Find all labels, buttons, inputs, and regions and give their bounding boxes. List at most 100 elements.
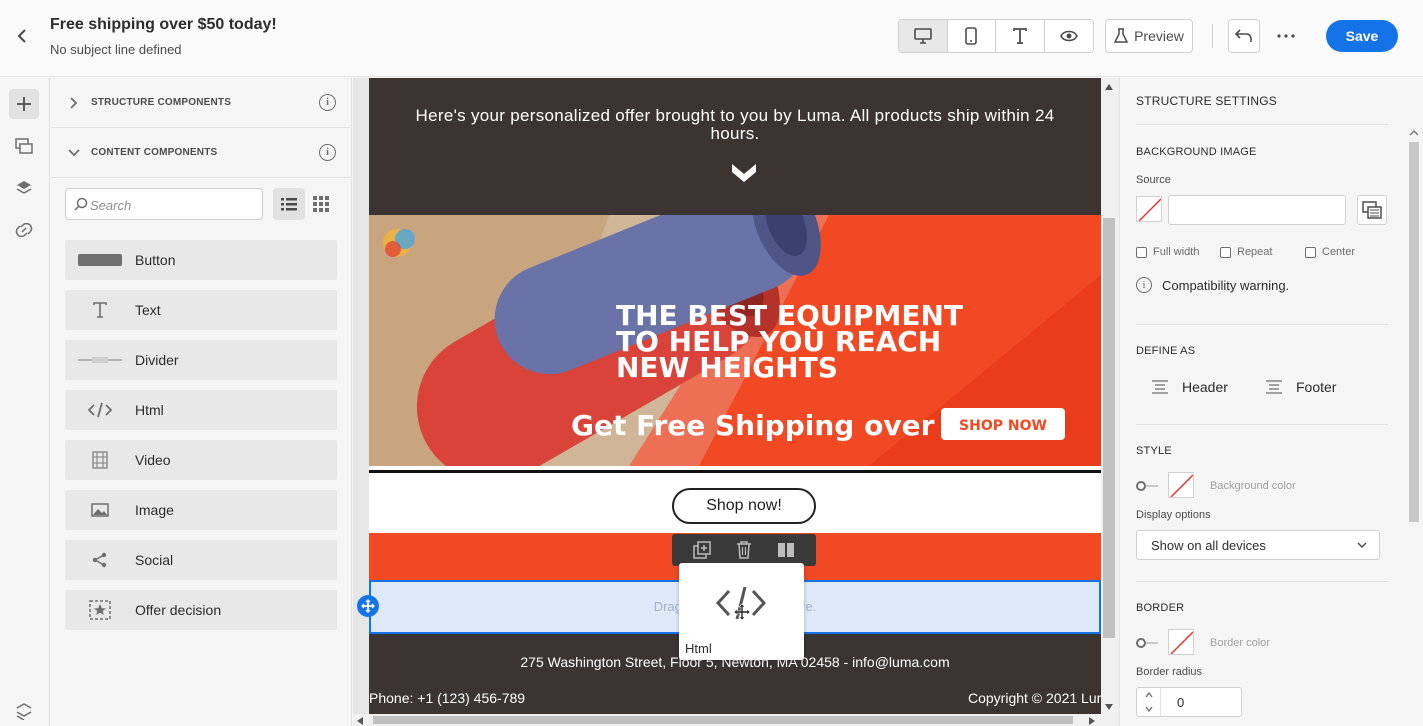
email-header-text: Here's your personalized offer brought t…: [415, 106, 1055, 143]
footer-phone: Phone: +1 (123) 456-789: [369, 690, 526, 706]
structure-components-label: STRUCTURE COMPONENTS: [91, 97, 232, 108]
scroll-up-icon: [1409, 130, 1419, 136]
browse-assets-button[interactable]: [1357, 195, 1387, 225]
undo-button[interactable]: [1228, 19, 1260, 53]
email-canvas: Here's your personalized offer brought t…: [353, 78, 1119, 726]
add-section-handle[interactable]: [357, 595, 379, 617]
canvas-vertical-scrollbar[interactable]: [1101, 78, 1119, 726]
list-view-toggle[interactable]: [273, 188, 305, 220]
duplicate-icon[interactable]: [692, 541, 711, 559]
no-image-swatch[interactable]: [1136, 196, 1162, 222]
display-options-select[interactable]: Show on all devices: [1136, 530, 1380, 560]
background-color-toggle[interactable]: [1136, 481, 1160, 491]
share-icon: [92, 552, 107, 568]
component-label: Text: [135, 302, 161, 318]
save-button[interactable]: Save: [1326, 20, 1398, 52]
component-label: Offer decision: [135, 602, 222, 618]
hero-banner-image[interactable]: THE BEST EQUIPMENT TO HELP YOU REACH NEW H…: [369, 215, 1101, 466]
settings-title: STRUCTURE SETTINGS: [1136, 94, 1277, 108]
move-cursor-icon: [734, 604, 750, 620]
border-heading: BORDER: [1136, 602, 1185, 614]
info-icon[interactable]: i: [319, 144, 336, 161]
structure-components-accordion[interactable]: STRUCTURE COMPONENTS i: [51, 78, 352, 128]
layers-icon: [16, 181, 32, 194]
scroll-down-icon: [1105, 704, 1113, 710]
border-radius-label: Border radius: [1136, 666, 1203, 678]
scrollbar-thumb[interactable]: [1409, 142, 1419, 522]
chevron-right-icon: [70, 97, 78, 109]
component-toolbar: [672, 534, 816, 566]
border-color-swatch[interactable]: [1168, 629, 1194, 655]
chevron-up-icon[interactable]: [1144, 692, 1153, 698]
background-color-swatch[interactable]: [1168, 472, 1194, 498]
button-section[interactable]: Shop now!: [369, 473, 1101, 533]
email-header-section[interactable]: Here's your personalized offer brought t…: [369, 78, 1101, 215]
border-color-toggle[interactable]: [1136, 638, 1160, 648]
center-checkbox[interactable]: Center: [1305, 246, 1355, 258]
component-html[interactable]: Html: [65, 390, 337, 430]
text-view-button[interactable]: [996, 20, 1045, 52]
scroll-left-icon: [357, 717, 363, 725]
shop-now-button[interactable]: Shop now!: [672, 488, 816, 524]
mobile-icon: [965, 27, 978, 45]
info-icon: i: [1136, 277, 1152, 293]
component-search[interactable]: [65, 188, 263, 220]
left-rail: [0, 78, 50, 726]
divider: [1136, 124, 1388, 125]
component-label: Html: [135, 402, 164, 418]
settings-scrollbar[interactable]: [1404, 126, 1423, 726]
component-video[interactable]: Video: [65, 440, 337, 480]
add-components-button[interactable]: [9, 89, 39, 119]
full-width-checkbox[interactable]: Full width: [1136, 246, 1199, 258]
search-input[interactable]: [90, 195, 258, 215]
component-image[interactable]: Image: [65, 490, 337, 530]
banner-shop-now: SHOP NOW: [959, 418, 1047, 434]
component-offer-decision[interactable]: Offer decision: [65, 590, 337, 630]
desktop-view-button[interactable]: [899, 20, 948, 52]
columns-icon[interactable]: [777, 542, 795, 558]
chevron-down-icon: [68, 149, 80, 157]
canvas-horizontal-scrollbar[interactable]: [353, 714, 1101, 726]
define-as-footer-option[interactable]: Footer: [1266, 379, 1336, 395]
compatibility-warning: i Compatibility warning.: [1136, 277, 1289, 293]
search-icon: [74, 197, 88, 211]
delete-icon[interactable]: [736, 541, 752, 559]
border-color-label: Border color: [1210, 637, 1270, 649]
plus-icon: [17, 97, 31, 111]
source-label: Source: [1136, 174, 1171, 186]
preview-eye-button[interactable]: [1045, 20, 1094, 52]
component-label: Button: [135, 252, 176, 268]
divider: [1136, 581, 1388, 582]
border-radius-stepper[interactable]: 0: [1136, 687, 1242, 717]
banner-free-shipping: Get Free Shipping over $50: [571, 409, 1003, 442]
content-components-accordion[interactable]: CONTENT COMPONENTS i: [51, 128, 352, 178]
component-social[interactable]: Social: [65, 540, 337, 580]
source-input[interactable]: [1168, 195, 1346, 225]
dragging-html-component[interactable]: Html: [679, 563, 804, 660]
component-divider[interactable]: Divider: [65, 340, 337, 380]
component-button[interactable]: Button: [65, 240, 337, 280]
links-button[interactable]: [9, 215, 39, 245]
list-icon: [281, 198, 297, 211]
preview-button[interactable]: Preview: [1105, 19, 1193, 53]
content-components-label: CONTENT COMPONENTS: [91, 147, 218, 158]
text-icon: [93, 302, 107, 318]
video-icon: [92, 451, 108, 469]
back-arrow-icon[interactable]: [12, 26, 32, 46]
component-text[interactable]: Text: [65, 290, 337, 330]
style-heading: STYLE: [1136, 445, 1172, 457]
scrollbar-thumb[interactable]: [373, 716, 1073, 724]
repeat-checkbox[interactable]: Repeat: [1220, 246, 1272, 258]
chevron-down-icon[interactable]: [1144, 706, 1153, 712]
define-as-header-option[interactable]: Header: [1152, 379, 1228, 395]
grid-view-toggle[interactable]: [305, 188, 337, 220]
more-options-button[interactable]: [1270, 19, 1302, 53]
assets-button[interactable]: [9, 131, 39, 161]
layers-button[interactable]: [9, 173, 39, 203]
display-options-label: Display options: [1136, 509, 1211, 521]
scrollbar-thumb[interactable]: [1103, 218, 1115, 638]
html-icon: [87, 402, 113, 418]
mobile-view-button[interactable]: [948, 20, 996, 52]
info-icon[interactable]: i: [319, 94, 336, 111]
settings-rail-button[interactable]: [9, 696, 39, 726]
